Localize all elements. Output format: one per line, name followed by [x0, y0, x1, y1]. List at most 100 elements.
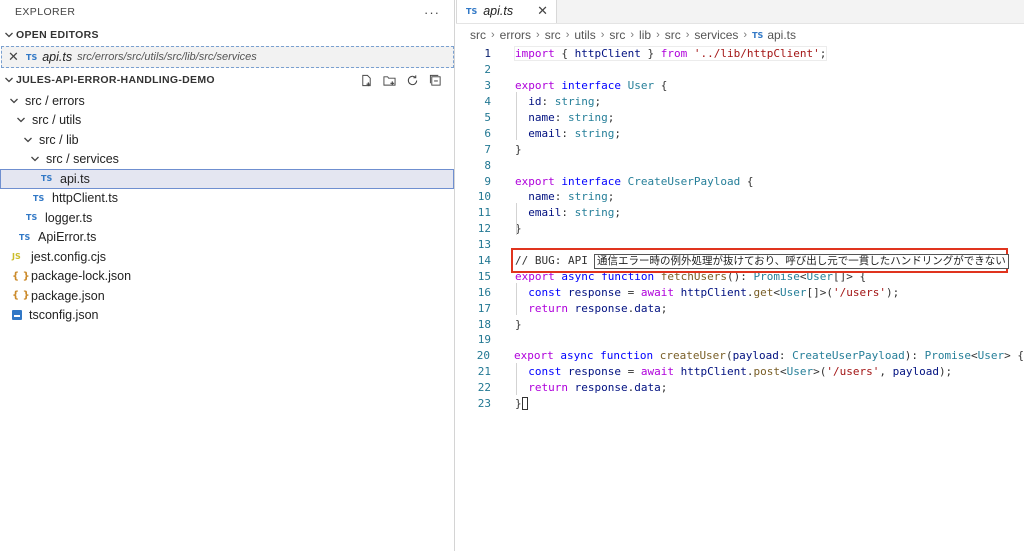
more-actions-icon[interactable]: ···: [424, 5, 440, 20]
code-token: ;: [660, 301, 668, 315]
code-token: <: [779, 365, 787, 379]
code-line: 15 export async function fetchUsers(): Pr…: [456, 268, 1024, 284]
tree-file[interactable]: tsconfig.json: [0, 306, 454, 326]
refresh-icon[interactable]: [405, 73, 419, 87]
code-token: {: [740, 174, 754, 188]
breadcrumb-item[interactable]: services: [694, 28, 738, 42]
code-line: 19: [456, 332, 1024, 348]
code-token: User: [627, 79, 655, 93]
code-token: []>(: [806, 285, 833, 299]
tree-folder[interactable]: src / lib: [0, 130, 454, 150]
line-content: export async function createUser(payload…: [514, 349, 1024, 362]
breadcrumb-item[interactable]: utils: [574, 28, 595, 42]
code-token: ():: [726, 269, 754, 283]
explorer-title: EXPLORER: [15, 6, 76, 18]
text-cursor: [521, 397, 528, 411]
tree-folder[interactable]: src / utils: [0, 111, 454, 131]
code-token: > {: [1004, 349, 1024, 363]
code-token: function: [600, 349, 654, 363]
code-token: string: [574, 206, 615, 220]
code-line: 8: [456, 157, 1024, 173]
code-token: {: [554, 47, 575, 61]
typescript-file-icon: TS: [26, 52, 38, 62]
project-header[interactable]: JULES-API-ERROR-HANDLING-DEMO: [0, 69, 454, 91]
close-icon[interactable]: ✕: [8, 49, 20, 65]
code-line: 13: [456, 237, 1024, 253]
code-token: =: [620, 285, 641, 299]
code-editor[interactable]: 1 import { httpClient } from '../lib/http…: [456, 46, 1024, 411]
open-editor-item[interactable]: ✕ TS api.ts src/errors/src/utils/src/lib…: [1, 46, 454, 68]
tab-api-ts[interactable]: TS api.ts ✕: [456, 0, 557, 23]
tree-folder[interactable]: src / errors: [0, 91, 454, 111]
tsconfig-file-icon: [12, 310, 22, 321]
line-number: 19: [477, 333, 491, 347]
code-token: );: [938, 365, 953, 379]
code-token: post: [753, 365, 780, 379]
open-editors-header[interactable]: OPEN EDITORS: [0, 24, 454, 46]
code-token: ;: [607, 111, 615, 124]
line-content: id: string;: [515, 95, 601, 108]
code-line: 17 return response.data;: [456, 300, 1024, 316]
code-token: ,: [879, 365, 893, 379]
code-token: }: [640, 47, 661, 61]
code-token: :: [561, 206, 575, 220]
code-token: :: [554, 111, 568, 124]
line-number: 20: [476, 349, 490, 363]
tree-file[interactable]: TS api.ts: [0, 169, 454, 189]
line-number: 18: [477, 317, 491, 331]
code-token: string: [568, 111, 608, 124]
code-line: 23}: [456, 396, 1024, 412]
code-line: 9 export interface CreateUserPayload {: [456, 173, 1024, 189]
close-icon[interactable]: ✕: [537, 3, 548, 19]
typescript-file-icon: TS: [26, 213, 38, 223]
new-file-icon[interactable]: [359, 73, 373, 87]
breadcrumb-item[interactable]: lib: [639, 28, 651, 42]
line-content: // BUG: API: [515, 254, 594, 267]
breadcrumb-item[interactable]: errors: [500, 28, 531, 42]
code-token: from: [660, 47, 688, 61]
breadcrumb-item[interactable]: src: [609, 28, 625, 42]
code-token: );: [885, 285, 900, 299]
code-token: httpClient: [680, 365, 747, 379]
tree-item-label: httpClient.ts: [52, 191, 119, 206]
line-number: 17: [477, 301, 491, 315]
code-token: Promise: [924, 349, 971, 363]
tree-file[interactable]: { } package.json: [0, 286, 454, 306]
code-token: >(: [813, 365, 827, 379]
collapse-all-icon[interactable]: [428, 73, 442, 87]
breadcrumb-item[interactable]: src: [665, 28, 681, 42]
breadcrumb-item[interactable]: src: [545, 28, 561, 42]
line-number: 21: [477, 365, 491, 379]
code-token: export: [515, 79, 555, 93]
code-line: 11 email: string;: [456, 205, 1024, 221]
code-token: id: [528, 95, 542, 109]
code-token: '../lib/httpClient': [693, 47, 820, 61]
indent-guide: [516, 203, 517, 235]
tree-file[interactable]: TS logger.ts: [0, 208, 454, 228]
code-token: []> {: [832, 269, 867, 283]
chevron-right-icon: ›: [743, 29, 748, 41]
new-folder-icon[interactable]: [382, 73, 396, 87]
tree-file[interactable]: TS httpClient.ts: [0, 189, 454, 209]
tree-item-label: src / errors: [25, 93, 85, 108]
line-number: 22: [477, 381, 491, 395]
indent-guide: [516, 283, 517, 315]
tree-file[interactable]: { } package-lock.json: [0, 267, 454, 287]
code-token: async: [560, 349, 594, 363]
breadcrumb-item[interactable]: src: [470, 28, 486, 42]
tree-folder[interactable]: src / services: [0, 150, 454, 170]
code-token: httpClient: [574, 47, 641, 61]
code-token: }: [515, 142, 522, 156]
code-line: 1 import { httpClient } from '../lib/http…: [456, 46, 1024, 62]
tree-file[interactable]: JS jest.config.cjs: [0, 247, 454, 267]
breadcrumb-item[interactable]: api.ts: [767, 28, 796, 42]
code-token: <: [971, 349, 978, 363]
code-token: fetchUsers: [660, 269, 727, 283]
indent-guide: [516, 92, 517, 140]
code-token: export: [513, 349, 554, 363]
tree-file[interactable]: TS ApiError.ts: [0, 228, 454, 248]
